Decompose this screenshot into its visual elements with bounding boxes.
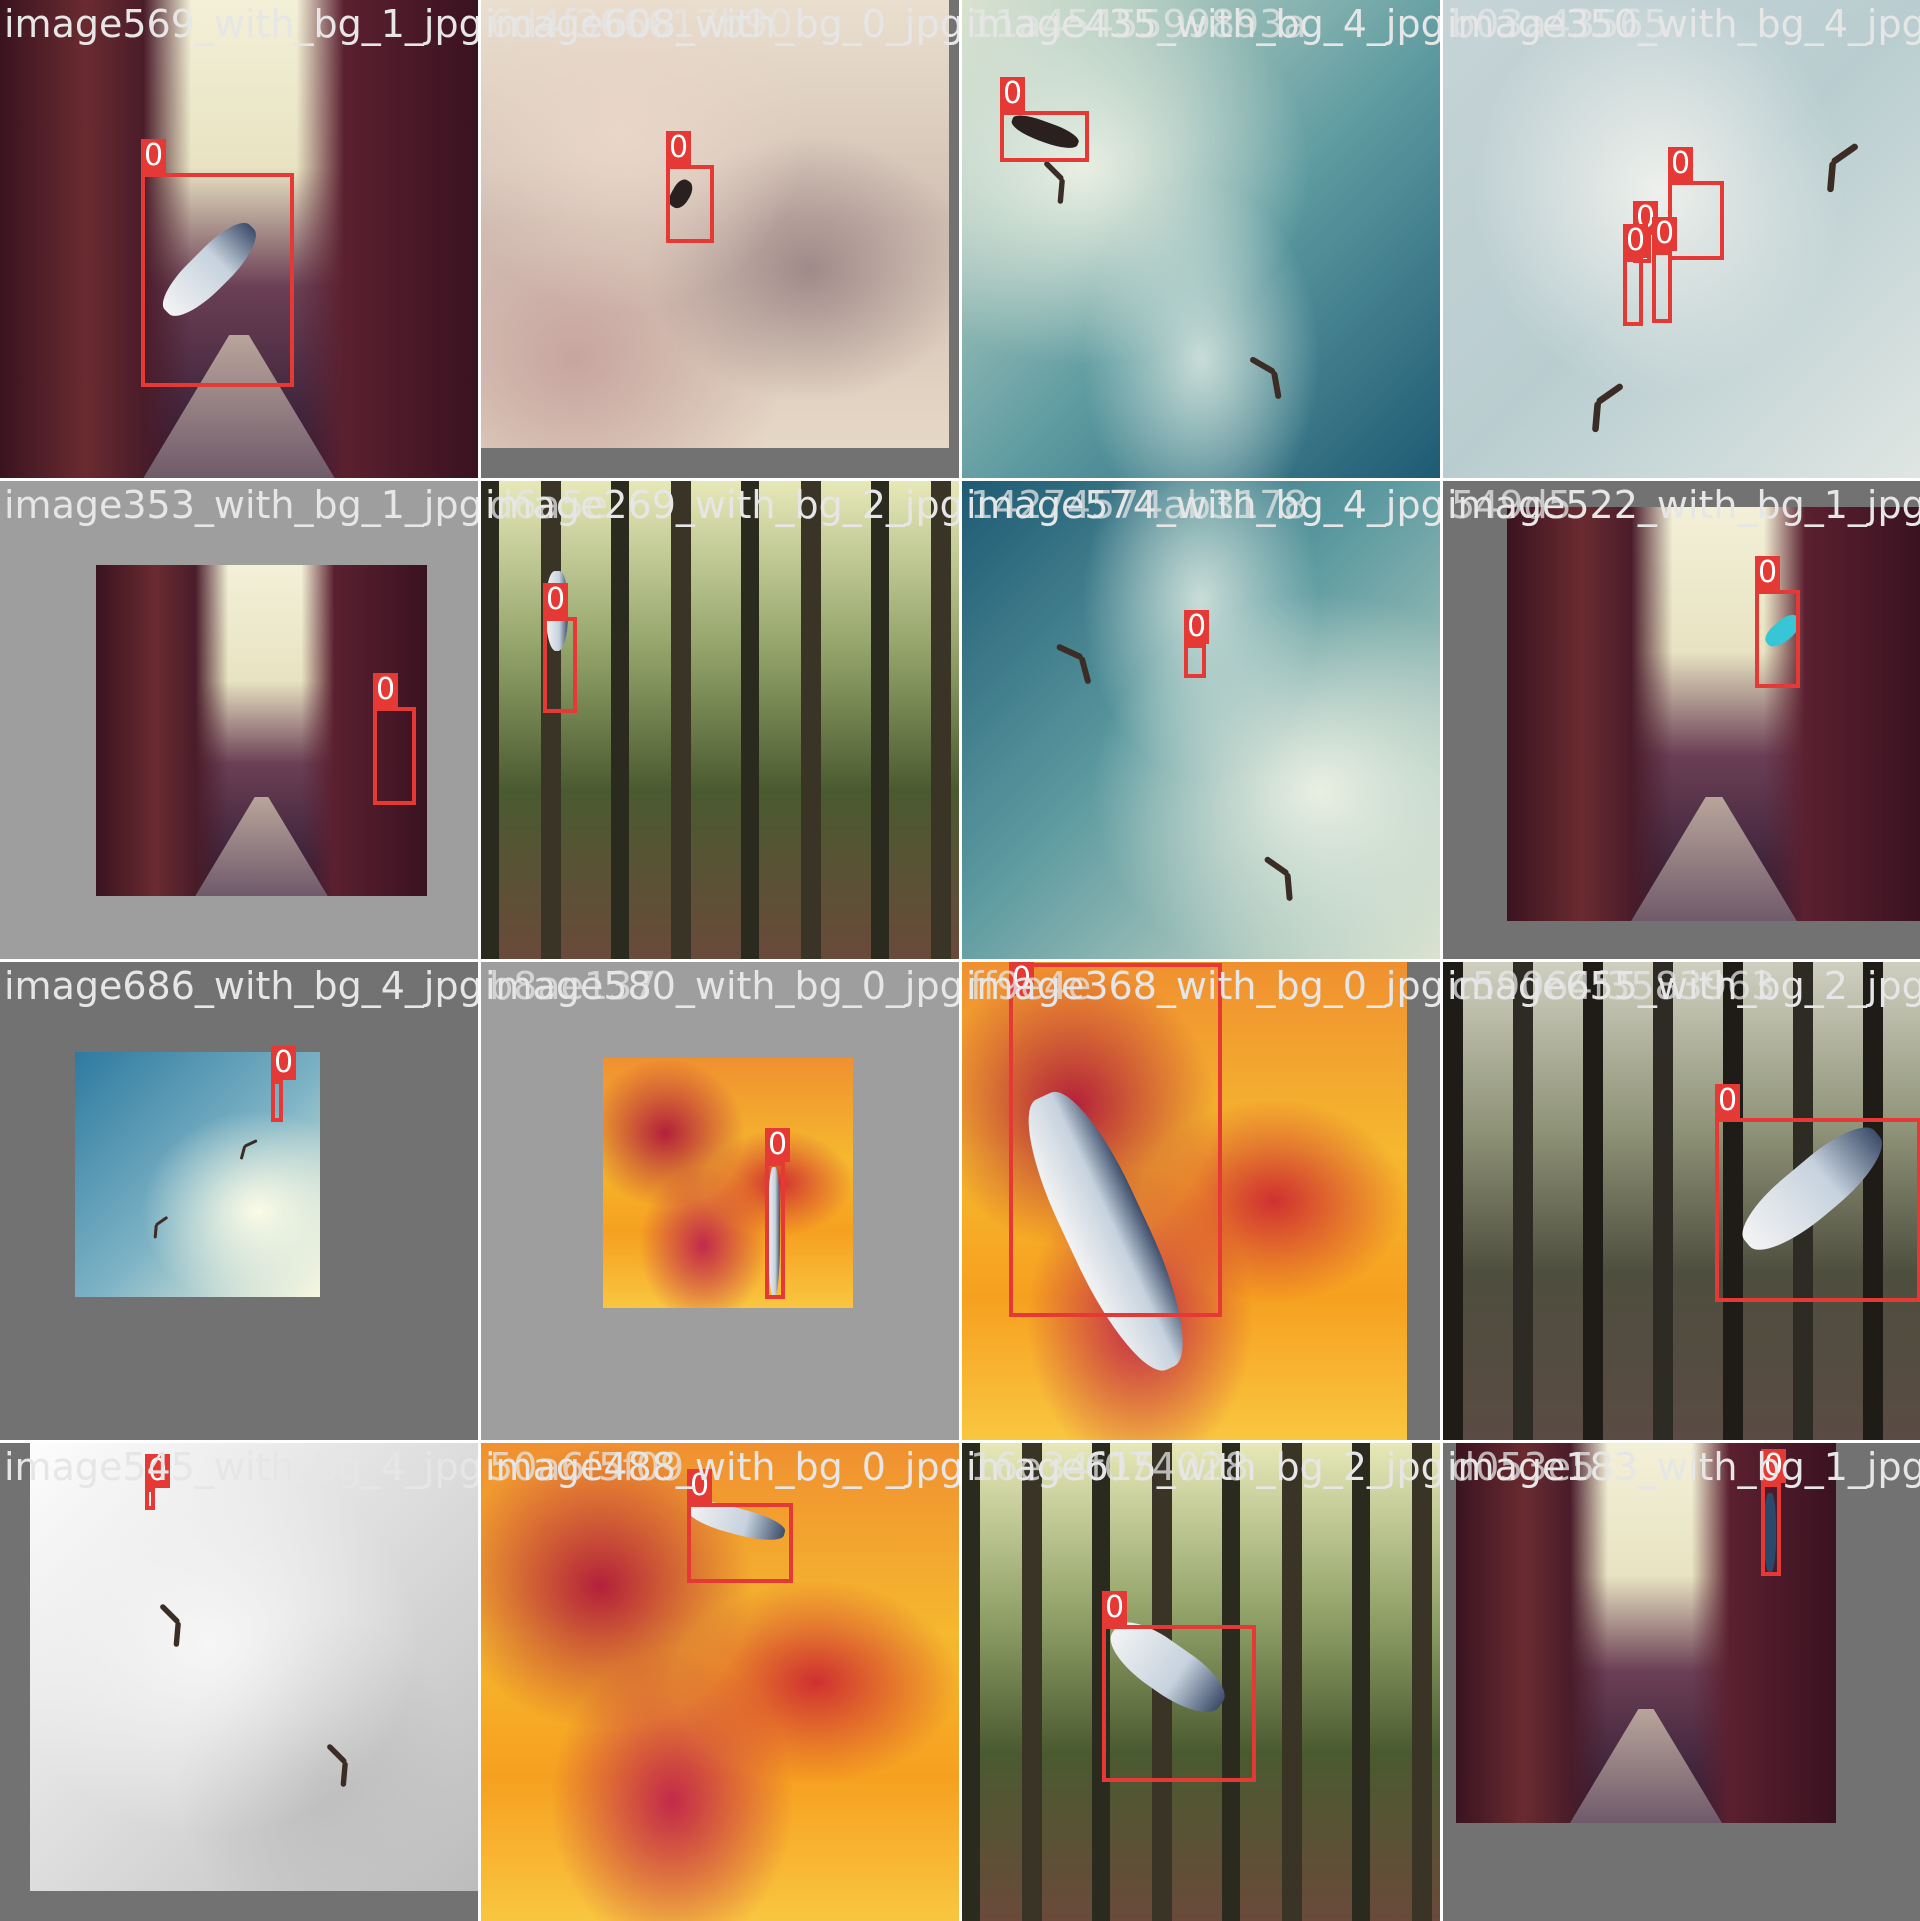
tile-image	[481, 0, 949, 448]
tile-image	[962, 481, 1440, 959]
class-tag: 0	[1715, 1084, 1741, 1118]
mosaic-tile: 0 image655_with_bg_2_jpg.rf. c59064f3583…	[1443, 962, 1920, 1440]
bounding-box	[1102, 1625, 1256, 1782]
class-tag: 0	[1761, 1449, 1787, 1483]
bounding-box	[687, 1503, 793, 1583]
bounding-box	[145, 1488, 155, 1510]
class-tag: 0	[1184, 610, 1210, 644]
class-tag: 0	[666, 131, 692, 165]
bounding-box	[271, 1080, 283, 1122]
bounding-box	[543, 617, 577, 713]
mosaic-tile: 0 image269_with_bg_2_jpg.rf. d6a5e	[481, 481, 959, 959]
tile-image	[75, 1052, 320, 1297]
bounding-box	[1715, 1118, 1920, 1302]
mosaic-tile: 0 image545_with_bg_4_jpg.rf.	[0, 1443, 478, 1921]
class-tag: 0	[145, 1454, 171, 1488]
class-tag: 0	[1652, 217, 1678, 251]
class-tag: 0	[543, 583, 569, 617]
bounding-box	[1623, 258, 1643, 326]
bounding-box	[1184, 644, 1206, 678]
mosaic-tile: 0 image580_with_bg_0_jpg.rf. b8ae137	[481, 962, 959, 1440]
mosaic-tile: 0 image522_with_bg_1_jpg.rf. 549d5	[1443, 481, 1920, 959]
tile-caption: image353_with_bg_1_jpg.rf.	[4, 483, 478, 527]
class-tag: 0	[687, 1469, 713, 1503]
bounding-box	[1009, 963, 1222, 1317]
mosaic-tile: 0 image686_with_bg_4_jpg.rf.	[0, 962, 478, 1440]
tile-caption-overlap: b8ae137	[489, 964, 657, 1008]
bounding-box	[1761, 1483, 1781, 1576]
mosaic-tile: 0 image183_with_bg_1_jpg.rf. d053e5	[1443, 1443, 1920, 1921]
mosaic-tile: 0 image368_with_bg_0_jpg.rf. ff9e4e	[962, 962, 1440, 1440]
bounding-box	[1652, 251, 1672, 323]
class-tag: 0	[141, 139, 167, 173]
class-tag: 0	[1668, 147, 1694, 181]
bounding-box	[1000, 111, 1089, 162]
tile-image	[603, 1058, 853, 1308]
tile-image	[30, 1443, 478, 1891]
mosaic-tile: 0 image574_with_bg_4_jpg.rf. 14274574ab3…	[962, 481, 1440, 959]
class-tag: 0	[765, 1128, 791, 1162]
mosaic-tile: 0 image435_with_bg_4_jpg.rf. 11a45455998…	[962, 0, 1440, 478]
class-tag: 0	[1623, 224, 1649, 258]
tile-image	[481, 481, 959, 959]
class-tag: 0	[1009, 962, 1035, 996]
bounding-box	[765, 1162, 785, 1299]
bounding-box	[373, 707, 416, 805]
tile-caption: image686_with_bg_4_jpg.rf.	[4, 964, 478, 1008]
mosaic-tile: 0 image615_with_bg_2_jpg.rf. 16e34f07402…	[962, 1443, 1440, 1921]
class-tag: 0	[1755, 556, 1781, 590]
mosaic-tile: 0 image353_with_bg_1_jpg.rf.	[0, 481, 478, 959]
tile-image	[1507, 507, 1920, 921]
bounding-box	[1755, 590, 1800, 688]
class-tag: 0	[1102, 1591, 1128, 1625]
class-tag: 0	[373, 673, 399, 707]
bounding-box	[666, 165, 714, 243]
class-tag: 0	[271, 1046, 297, 1080]
mosaic-tile: 0 0 0 0 image350_with_bg_4_jpg.rf. b03a4…	[1443, 0, 1920, 478]
tile-caption: image580_with_bg_0_jpg.rf.	[485, 964, 959, 1008]
mosaic-tile: 0 image569_with_bg_1_jpg.rf.	[0, 0, 478, 478]
mosaic-grid: 0 image569_with_bg_1_jpg.rf. 0 image608_…	[0, 0, 1920, 1921]
mosaic-tile: 0 image608_with_bg_0_jpg.rf. 6d4f366617b…	[481, 0, 959, 478]
bounding-box	[141, 173, 294, 387]
tile-image	[962, 0, 1440, 478]
class-tag: 0	[1000, 77, 1026, 111]
mosaic-tile: 0 image488_with_bg_0_jpg.rf. 50a6f5f09	[481, 1443, 959, 1921]
